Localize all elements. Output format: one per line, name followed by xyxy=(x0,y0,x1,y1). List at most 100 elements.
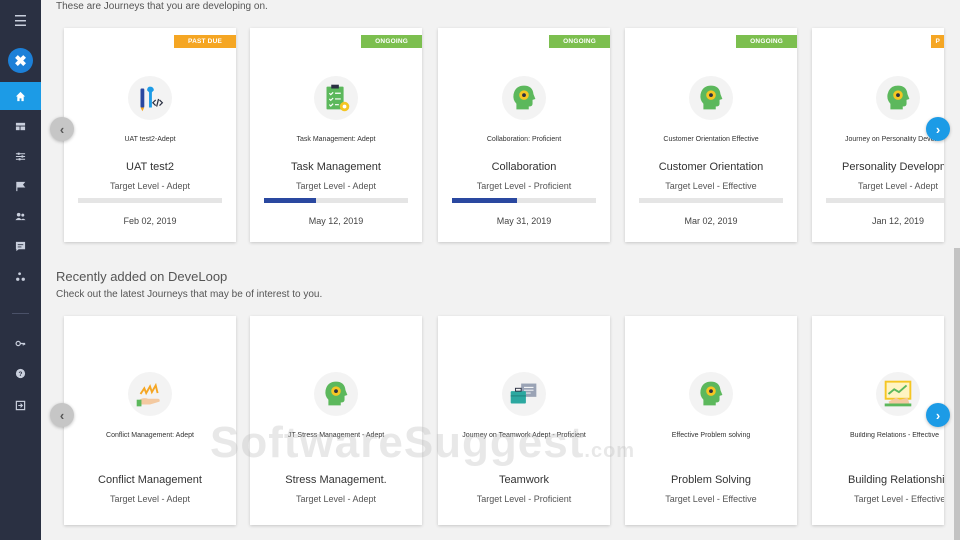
head-gear-icon xyxy=(314,372,358,416)
tools-icon xyxy=(128,76,172,120)
journey-card-uat-test2[interactable]: PAST DUE UAT test2-Adept UAT test2 Targe… xyxy=(64,28,236,242)
card-subtitle: Conflict Management: Adept xyxy=(106,432,194,439)
card-title[interactable]: Stress Management. xyxy=(250,474,422,486)
target-level: Target Level - Effective xyxy=(665,181,757,191)
sidebar-item-network[interactable] xyxy=(0,262,41,290)
head-gear-icon xyxy=(689,76,733,120)
card-subtitle: Collaboration: Proficient xyxy=(486,136,562,143)
target-level: Target Level - Adept xyxy=(109,494,191,504)
journey-card-task-management[interactable]: ONGOING Task Management: Adept Task Mana… xyxy=(250,28,422,242)
card-subtitle: JT Stress Management - Adept xyxy=(287,432,385,439)
target-level: Target Level - Proficient xyxy=(476,494,572,504)
due-date: May 31, 2019 xyxy=(496,216,552,226)
sidebar-item-settings[interactable] xyxy=(0,142,41,170)
carousel-prev-button[interactable]: ‹ xyxy=(50,403,74,427)
help-icon: ? xyxy=(15,368,26,378)
progress-fill xyxy=(264,198,316,203)
card-title[interactable]: Building Relationships xyxy=(848,474,944,486)
carousel-next-button[interactable]: › xyxy=(926,403,950,427)
chevron-right-icon: › xyxy=(935,121,941,137)
card-subtitle: Customer Orientation Effective xyxy=(663,136,759,143)
journey-card-teamwork[interactable]: Journey on Teamwork Adept - Proficient T… xyxy=(438,316,610,525)
card-title[interactable]: Customer Orientation xyxy=(625,161,797,173)
card-title[interactable]: UAT test2 xyxy=(64,161,236,173)
card-subtitle: Building Relations - Effective xyxy=(850,432,939,439)
briefcase-icon xyxy=(502,372,546,416)
head-gear-icon xyxy=(689,372,733,416)
sidebar-divider xyxy=(12,313,29,314)
progress-bar xyxy=(639,198,783,203)
app-logo[interactable]: ✖ xyxy=(8,48,33,73)
due-date: Mar 02, 2019 xyxy=(684,216,738,226)
dashboard-icon xyxy=(15,122,26,130)
card-subtitle: Task Management: Adept xyxy=(296,136,376,143)
journey-card-collaboration[interactable]: ONGOING Collaboration: Proficient Collab… xyxy=(438,28,610,242)
target-level: Target Level - Adept xyxy=(295,494,377,504)
recent-section-subtitle: Check out the latest Journeys that may b… xyxy=(56,289,323,300)
network-icon xyxy=(16,271,25,281)
journey-card-stress-management[interactable]: JT Stress Management - Adept Stress Mana… xyxy=(250,316,422,525)
card-subtitle: Effective Problem solving xyxy=(671,432,751,439)
checklist-icon xyxy=(314,76,358,120)
sidebar-item-home[interactable] xyxy=(0,82,41,110)
menu-icon[interactable]: ☰ xyxy=(0,8,41,34)
target-level: Target Level - Effective xyxy=(854,494,944,504)
journey-card-personality-development[interactable]: P Journey on Personality Devel Personali… xyxy=(812,28,944,242)
people-icon xyxy=(15,212,26,220)
svg-text:?: ? xyxy=(19,370,23,377)
journey-card-conflict-management[interactable]: Conflict Management: Adept Conflict Mana… xyxy=(64,316,236,525)
hand-spark-icon xyxy=(128,372,172,416)
chevron-right-icon: › xyxy=(935,407,941,423)
chat-icon xyxy=(15,241,26,251)
target-level: Target Level - Adept xyxy=(109,181,191,191)
card-title[interactable]: Problem Solving xyxy=(625,474,797,486)
page-scrollbar[interactable] xyxy=(954,0,960,540)
handshake-chart-icon xyxy=(876,372,920,416)
card-subtitle: Journey on Teamwork Adept - Proficient xyxy=(462,432,586,439)
sidebar-item-help[interactable]: ? xyxy=(0,359,41,387)
sidebar-item-logout[interactable] xyxy=(0,391,41,419)
sidebar-item-messages[interactable] xyxy=(0,232,41,260)
home-icon xyxy=(15,91,26,101)
progress-bar xyxy=(826,198,944,203)
progress-bar xyxy=(264,198,408,203)
carousel-prev-button[interactable]: ‹ xyxy=(50,117,74,141)
target-level: Target Level - Adept xyxy=(295,181,377,191)
journey-card-customer-orientation[interactable]: ONGOING Customer Orientation Effective C… xyxy=(625,28,797,242)
developing-intro: These are Journeys that you are developi… xyxy=(56,1,268,12)
carousel-next-button[interactable]: › xyxy=(926,117,950,141)
head-gear-icon xyxy=(502,76,546,120)
card-title[interactable]: Teamwork xyxy=(438,474,610,486)
target-level: Target Level - Proficient xyxy=(476,181,572,191)
card-title[interactable]: Conflict Management xyxy=(64,474,236,486)
sidebar: ☰ ✖ ? xyxy=(0,0,41,540)
status-badge: PAST DUE xyxy=(174,35,236,48)
sidebar-item-dashboard[interactable] xyxy=(0,112,41,140)
key-icon xyxy=(15,340,26,346)
status-badge: P xyxy=(931,35,944,48)
card-title[interactable]: Personality Developme xyxy=(842,161,944,173)
card-title[interactable]: Collaboration xyxy=(438,161,610,173)
journey-card-problem-solving[interactable]: Effective Problem solving Problem Solvin… xyxy=(625,316,797,525)
journey-card-building-relationships[interactable]: Building Relations - Effective Building … xyxy=(812,316,944,525)
sidebar-item-keys[interactable] xyxy=(0,329,41,357)
card-title[interactable]: Task Management xyxy=(250,161,422,173)
head-gear-icon xyxy=(876,76,920,120)
scrollbar-thumb[interactable] xyxy=(954,248,960,540)
recent-section-title: Recently added on DeveLoop xyxy=(56,269,228,284)
status-badge: ONGOING xyxy=(361,35,422,48)
progress-bar xyxy=(78,198,222,203)
flag-icon xyxy=(16,181,26,191)
sidebar-item-people[interactable] xyxy=(0,202,41,230)
due-date: May 12, 2019 xyxy=(308,216,364,226)
target-level: Target Level - Adept xyxy=(858,181,939,191)
progress-fill xyxy=(452,198,517,203)
logout-icon xyxy=(15,400,26,410)
status-badge: ONGOING xyxy=(549,35,610,48)
sidebar-item-goals[interactable] xyxy=(0,172,41,200)
card-subtitle: UAT test2-Adept xyxy=(124,136,176,143)
chevron-left-icon: ‹ xyxy=(59,121,65,137)
chevron-left-icon: ‹ xyxy=(59,407,65,423)
due-date: Feb 02, 2019 xyxy=(123,216,177,226)
sliders-icon xyxy=(15,152,26,160)
